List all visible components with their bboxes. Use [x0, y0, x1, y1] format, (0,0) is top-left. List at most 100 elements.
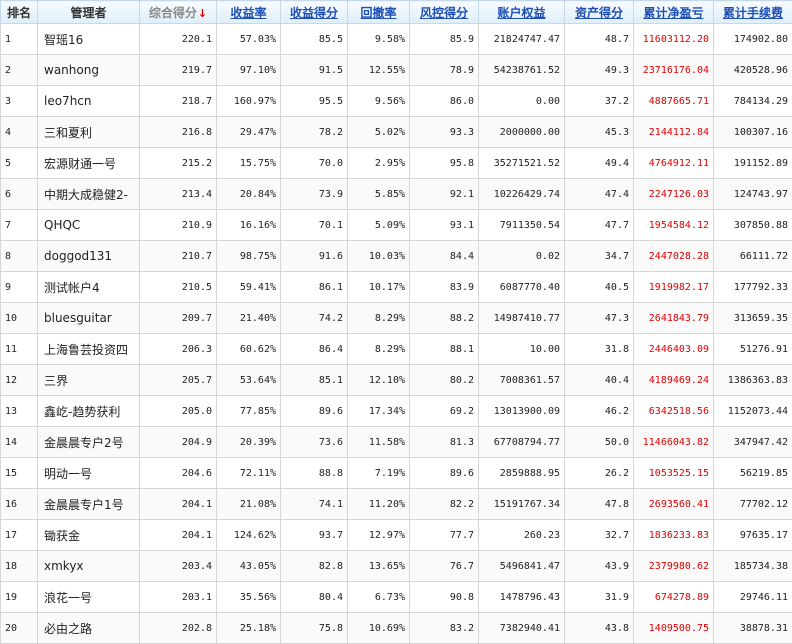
cell-net_pl: 2447028.28	[634, 241, 714, 272]
cell-drawdown: 2.95%	[348, 148, 410, 179]
column-header-net_pl[interactable]: 累计净盈亏	[634, 1, 714, 24]
cell-asset_score: 45.3	[565, 117, 634, 148]
cell-score: 210.5	[140, 272, 217, 303]
table-row: 10bluesguitar209.721.40%74.28.29%88.2149…	[1, 303, 792, 334]
cell-manager[interactable]: 中期大成稳健2-	[38, 179, 140, 210]
cell-asset_score: 31.9	[565, 582, 634, 613]
column-header-equity[interactable]: 账户权益	[479, 1, 565, 24]
cell-risk_score: 90.8	[410, 582, 479, 613]
cell-return_score: 95.5	[281, 86, 348, 117]
cell-asset_score: 49.4	[565, 148, 634, 179]
cell-net_pl: 2247126.03	[634, 179, 714, 210]
cell-manager[interactable]: 金晨晨专户2号	[38, 427, 140, 458]
cell-equity: 6087770.40	[479, 272, 565, 303]
column-header-score[interactable]: 综合得分↓	[140, 1, 217, 24]
cell-fees: 307850.88	[714, 210, 792, 241]
table-row: 3leo7hcn218.7160.97%95.59.56%86.00.0037.…	[1, 86, 792, 117]
table-row: 14金晨晨专户2号204.920.39%73.611.58%81.3677087…	[1, 427, 792, 458]
cell-fees: 56219.85	[714, 458, 792, 489]
cell-drawdown: 5.09%	[348, 210, 410, 241]
cell-fees: 100307.16	[714, 117, 792, 148]
cell-fees: 191152.89	[714, 148, 792, 179]
cell-return_score: 73.6	[281, 427, 348, 458]
cell-manager[interactable]: 三界	[38, 365, 140, 396]
cell-fees: 185734.38	[714, 551, 792, 582]
column-header-label: 资产得分	[575, 6, 623, 20]
column-header-risk_score[interactable]: 风控得分	[410, 1, 479, 24]
cell-manager[interactable]: 宏源财通一号	[38, 148, 140, 179]
cell-fees: 77702.12	[714, 489, 792, 520]
table-row: 11上海鲁芸投资四206.360.62%86.48.29%88.110.0031…	[1, 334, 792, 365]
cell-manager[interactable]: leo7hcn	[38, 86, 140, 117]
column-header-return_score[interactable]: 收益得分	[281, 1, 348, 24]
cell-manager[interactable]: wanhong	[38, 55, 140, 86]
cell-rank: 14	[1, 427, 38, 458]
column-header-fees[interactable]: 累计手续费	[714, 1, 792, 24]
cell-fees: 51276.91	[714, 334, 792, 365]
cell-manager[interactable]: 智瑶16	[38, 24, 140, 55]
column-header-rank: 排名	[1, 1, 38, 24]
cell-manager[interactable]: 明动一号	[38, 458, 140, 489]
cell-equity: 2859888.95	[479, 458, 565, 489]
cell-asset_score: 40.5	[565, 272, 634, 303]
cell-score: 204.6	[140, 458, 217, 489]
cell-manager[interactable]: 鑫屹-趋势获利	[38, 396, 140, 427]
cell-manager[interactable]: 金晨晨专户1号	[38, 489, 140, 520]
cell-return_score: 74.1	[281, 489, 348, 520]
cell-equity: 35271521.52	[479, 148, 565, 179]
cell-equity: 13013900.09	[479, 396, 565, 427]
cell-risk_score: 95.8	[410, 148, 479, 179]
cell-manager[interactable]: doggod131	[38, 241, 140, 272]
column-header-manager: 管理者	[38, 1, 140, 24]
cell-net_pl: 1954584.12	[634, 210, 714, 241]
cell-equity: 0.02	[479, 241, 565, 272]
cell-risk_score: 83.9	[410, 272, 479, 303]
cell-return: 160.97%	[217, 86, 281, 117]
cell-drawdown: 5.02%	[348, 117, 410, 148]
column-header-label: 累计手续费	[723, 6, 783, 20]
table-row: 15明动一号204.672.11%88.87.19%89.62859888.95…	[1, 458, 792, 489]
cell-return_score: 91.5	[281, 55, 348, 86]
cell-rank: 7	[1, 210, 38, 241]
cell-manager[interactable]: 浪花一号	[38, 582, 140, 613]
cell-return_score: 80.4	[281, 582, 348, 613]
cell-drawdown: 10.17%	[348, 272, 410, 303]
cell-return: 59.41%	[217, 272, 281, 303]
cell-score: 213.4	[140, 179, 217, 210]
cell-rank: 5	[1, 148, 38, 179]
cell-asset_score: 34.7	[565, 241, 634, 272]
cell-net_pl: 4764912.11	[634, 148, 714, 179]
cell-equity: 10226429.74	[479, 179, 565, 210]
table-row: 13鑫屹-趋势获利205.077.85%89.617.34%69.2130139…	[1, 396, 792, 427]
cell-manager[interactable]: 三和夏利	[38, 117, 140, 148]
cell-asset_score: 46.2	[565, 396, 634, 427]
cell-fees: 97635.17	[714, 520, 792, 551]
cell-score: 220.1	[140, 24, 217, 55]
column-header-return[interactable]: 收益率	[217, 1, 281, 24]
cell-score: 216.8	[140, 117, 217, 148]
cell-manager[interactable]: 测试帐户4	[38, 272, 140, 303]
column-header-asset_score[interactable]: 资产得分	[565, 1, 634, 24]
cell-return_score: 78.2	[281, 117, 348, 148]
cell-manager[interactable]: QHQC	[38, 210, 140, 241]
cell-risk_score: 77.7	[410, 520, 479, 551]
cell-return: 15.75%	[217, 148, 281, 179]
column-header-label: 排名	[7, 6, 31, 20]
cell-drawdown: 9.56%	[348, 86, 410, 117]
cell-asset_score: 47.8	[565, 489, 634, 520]
cell-manager[interactable]: bluesguitar	[38, 303, 140, 334]
cell-drawdown: 12.10%	[348, 365, 410, 396]
cell-score: 204.9	[140, 427, 217, 458]
table-row: 4三和夏利216.829.47%78.25.02%93.32000000.004…	[1, 117, 792, 148]
cell-return: 72.11%	[217, 458, 281, 489]
cell-manager[interactable]: 锄获金	[38, 520, 140, 551]
cell-manager[interactable]: xmkyx	[38, 551, 140, 582]
cell-asset_score: 40.4	[565, 365, 634, 396]
cell-fees: 174902.80	[714, 24, 792, 55]
cell-manager[interactable]: 上海鲁芸投资四	[38, 334, 140, 365]
column-header-drawdown[interactable]: 回撤率	[348, 1, 410, 24]
cell-score: 205.7	[140, 365, 217, 396]
cell-fees: 124743.97	[714, 179, 792, 210]
cell-asset_score: 37.2	[565, 86, 634, 117]
cell-return: 43.05%	[217, 551, 281, 582]
